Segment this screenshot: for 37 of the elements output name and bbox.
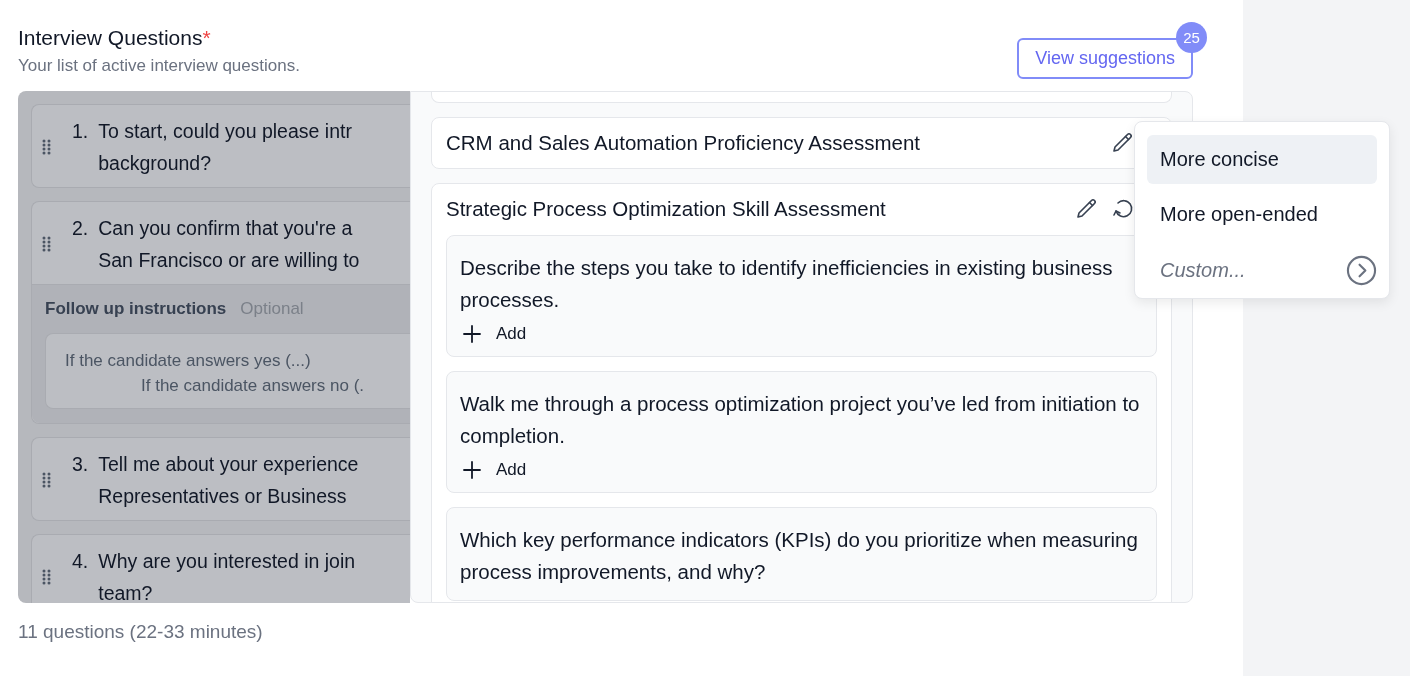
question-text: Why are you interested in join: [98, 549, 356, 574]
custom-input[interactable]: Custom...: [1160, 255, 1320, 286]
question-text: team?: [98, 581, 154, 603]
question-text: To start, could you please intr: [98, 119, 352, 144]
plus-icon: [462, 460, 482, 480]
plus-icon: [462, 324, 482, 344]
pencil-icon[interactable]: [1075, 197, 1099, 221]
drag-handle-icon[interactable]: [42, 472, 52, 488]
question-text: Tell me about your experience: [98, 452, 359, 477]
pencil-icon[interactable]: [1111, 131, 1135, 155]
question-count: 11 questions (22-33 minutes): [18, 621, 264, 643]
question-text: San Francisco or are willing to: [98, 248, 360, 273]
question-number: 4.: [72, 549, 89, 574]
suggestion-title[interactable]: Strategic Process Optimization Skill Assessment: [446, 197, 886, 221]
question-text: Can you confirm that you're a: [98, 216, 354, 241]
question-number: 3.: [72, 452, 89, 477]
suggested-question-text: Walk me through a process optimization project you’ve led from initiation to completion.: [460, 391, 1141, 449]
suggested-question-text: Describe the steps you take to identify inefficiencies in existing business processes.: [460, 255, 1114, 313]
follow-up-field[interactable]: If the candidate answers yes (...) If the candidate answers no (.: [45, 333, 410, 409]
question-text: background?: [98, 151, 213, 176]
count-badge: 25: [1176, 22, 1207, 53]
follow-up-label: Follow up instructions: [45, 299, 227, 319]
question-number: 1.: [72, 119, 89, 144]
drag-handle-icon[interactable]: [42, 569, 52, 585]
suggestion-title[interactable]: CRM and Sales Automation Proficiency Assessment: [446, 131, 920, 155]
circle-chevron-right-icon[interactable]: [1346, 255, 1377, 286]
drag-handle-icon[interactable]: [42, 139, 52, 155]
question-number: 2.: [72, 216, 89, 241]
suggested-question-text: Which key performance indicators (KPIs) do you prioritize when measuring process improvements, and why?: [460, 527, 1139, 585]
add-button[interactable]: Add: [460, 316, 527, 344]
question-text: Representatives or Business: [98, 484, 348, 509]
menu-item[interactable]: More open-ended: [1147, 190, 1377, 239]
section-subtitle: Your list of active interview questions.: [18, 56, 300, 76]
add-button[interactable]: Add: [460, 452, 527, 480]
menu-item[interactable]: More concise: [1147, 135, 1377, 184]
section-title: Interview Questions*: [18, 26, 212, 50]
drag-handle-icon[interactable]: [42, 236, 52, 252]
